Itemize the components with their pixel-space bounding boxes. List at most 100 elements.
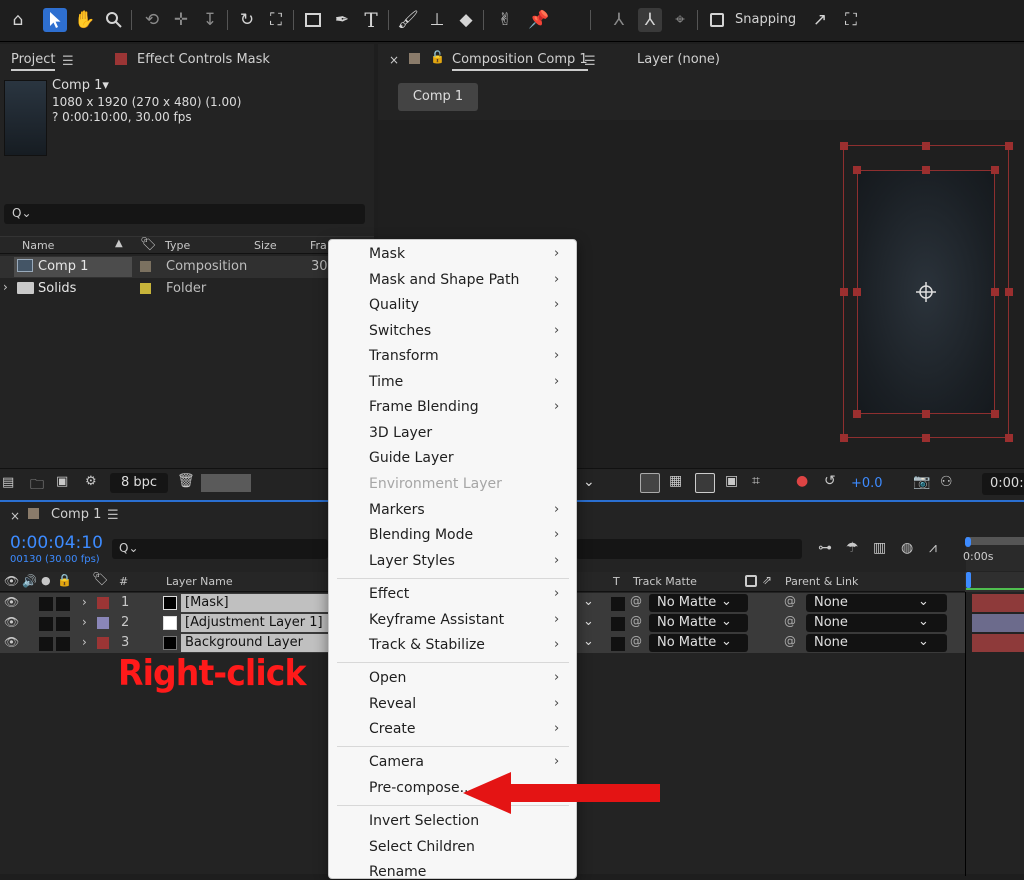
parent-dropdown[interactable]: None ⌄ [806,594,947,612]
transform-handle[interactable] [991,166,999,174]
lock-checkbox[interactable] [55,636,71,652]
close-icon[interactable]: × [389,53,399,67]
dolly-camera-icon[interactable]: ↧ [198,8,222,32]
puppet-pin-icon[interactable]: 📌 [527,8,551,32]
eye-icon[interactable]: 👁 [4,595,19,609]
work-area-start-handle[interactable] [965,537,971,547]
menu-item-select-children[interactable]: Select Children [369,839,475,855]
solo-checkbox[interactable] [38,596,54,612]
snap-options-icon[interactable]: ↗ [808,8,832,32]
menu-item-effect[interactable]: Effect [369,586,409,602]
rotate-camera-icon[interactable]: ⟲ [140,8,164,32]
transform-handle[interactable] [922,142,930,150]
view-axis-icon[interactable]: ⌖ [668,8,692,32]
bit-depth-button[interactable]: 8 bpc [110,473,168,493]
timeline-search-input[interactable]: Q⌄ [112,539,328,559]
parent-pick-whip-icon[interactable]: @ [784,634,796,648]
always-preview-icon[interactable] [640,473,660,493]
pan-camera-icon[interactable]: ✛ [169,8,193,32]
tab-effect-controls[interactable]: Effect Controls Mask [137,52,270,67]
local-axis-icon[interactable]: ⅄ [607,8,631,32]
preserve-transparency-checkbox[interactable] [610,616,626,632]
transform-handle[interactable] [1005,142,1013,150]
magnification-dropdown-chevron-icon[interactable]: ⌄ [583,474,595,490]
menu-item-mask-and-shape-path[interactable]: Mask and Shape Path [369,272,519,288]
list-item[interactable]: › Solids Folder [0,278,374,300]
new-folder-icon[interactable]: 🗀 [30,474,44,498]
panel-menu-icon[interactable]: ☰ [584,54,596,69]
menu-item-frame-blending[interactable]: Frame Blending [369,399,479,415]
menu-item-3d-layer[interactable]: 3D Layer [369,425,432,441]
menu-item-camera[interactable]: Camera [369,754,424,770]
chevron-right-icon[interactable]: › [82,635,87,649]
preserve-transparency-checkbox[interactable] [610,596,626,612]
selection-arrow-icon[interactable] [43,8,67,32]
project-color-swatch[interactable] [201,474,251,492]
anchor-point-icon[interactable] [915,281,937,303]
parent-dropdown[interactable]: None ⌄ [806,614,947,632]
menu-item-switches[interactable]: Switches [369,323,431,339]
tab-project[interactable]: Project [11,52,56,71]
pen-icon[interactable]: ✒ [330,8,354,32]
transform-handle[interactable] [853,166,861,174]
column-type[interactable]: Type [165,239,190,252]
clone-stamp-icon[interactable]: ⊥ [425,8,449,32]
menu-item-invert-selection[interactable]: Invert Selection [369,813,479,829]
sort-ascending-icon[interactable]: ▲ [115,238,123,249]
exposure-value[interactable]: +0.0 [851,476,883,491]
home-icon[interactable]: ⌂ [6,8,30,32]
hand-icon[interactable]: ✋ [73,8,97,32]
work-area-bar[interactable] [966,537,1024,545]
transform-handle[interactable] [1005,288,1013,296]
lock-checkbox[interactable] [55,616,71,632]
parent-pick-whip-icon[interactable]: @ [784,614,796,628]
menu-item-quality[interactable]: Quality [369,297,419,313]
column-frame-rate[interactable]: Fra [310,239,327,252]
mask-visibility-icon[interactable] [695,473,715,493]
eye-icon[interactable]: 👁 [4,615,19,629]
solo-checkbox[interactable] [38,636,54,652]
lock-switch-icon[interactable]: 🔒 [57,573,72,587]
current-time-field[interactable]: 0:00:0 [982,473,1024,495]
brush-icon[interactable]: 🖌 [396,8,420,32]
trash-icon[interactable]: 🗑 [177,473,195,489]
parent-pick-whip-icon[interactable]: @ [784,594,796,608]
track-matte-dropdown[interactable]: No Matte ⌄ [649,614,748,632]
snapping-checkbox[interactable] [710,13,724,27]
blend-mode-chevron-icon[interactable]: ⌄ [583,614,594,629]
tab-layer[interactable]: Layer (none) [637,52,720,67]
transform-handle[interactable] [840,142,848,150]
menu-item-rename[interactable]: Rename [369,864,426,880]
layer-bar-mask[interactable] [972,594,1024,612]
solo-switch-icon[interactable]: ● [41,574,51,587]
region-of-interest-icon[interactable]: ▣ [725,473,738,489]
menu-item-markers[interactable]: Markers [369,502,425,518]
menu-item-pre-compose[interactable]: Pre-compose... [369,780,473,796]
layer-bar-background[interactable] [972,634,1024,652]
transparency-grid-icon[interactable]: ▦ [669,473,682,489]
transform-handle[interactable] [840,288,848,296]
project-settings-icon[interactable]: ⚙ [85,474,97,489]
audio-switch-icon[interactable]: 🔊 [22,574,37,588]
menu-item-track-stabilize[interactable]: Track & Stabilize [369,637,485,653]
transform-handle[interactable] [853,410,861,418]
menu-item-keyframe-assistant[interactable]: Keyframe Assistant [369,612,504,628]
eraser-icon[interactable]: ◆ [454,8,478,32]
rectangle-icon[interactable] [301,8,325,32]
menu-item-time[interactable]: Time [369,374,403,390]
project-search-input[interactable]: Q⌄ [4,204,365,224]
label-swatch[interactable] [140,261,151,272]
current-timecode[interactable]: 0:00:04:10 [10,533,103,553]
show-snapshot-icon[interactable]: ⚇ [940,474,953,490]
blend-mode-chevron-icon[interactable]: ⌄ [583,634,594,649]
comp-breadcrumb-button[interactable]: Comp 1 [398,83,478,111]
label-column-icon[interactable]: 🏷 [92,572,109,587]
close-icon[interactable]: × [10,509,20,523]
draft-3d-icon[interactable]: ☂ [846,540,859,556]
menu-item-mask[interactable]: Mask [369,246,405,262]
transform-handle[interactable] [853,288,861,296]
snap-grid-icon[interactable]: ⛶ [839,8,863,32]
pick-whip-icon[interactable]: @ [630,634,642,648]
transform-handle[interactable] [991,410,999,418]
snapshot-icon[interactable]: 📷 [913,474,930,490]
